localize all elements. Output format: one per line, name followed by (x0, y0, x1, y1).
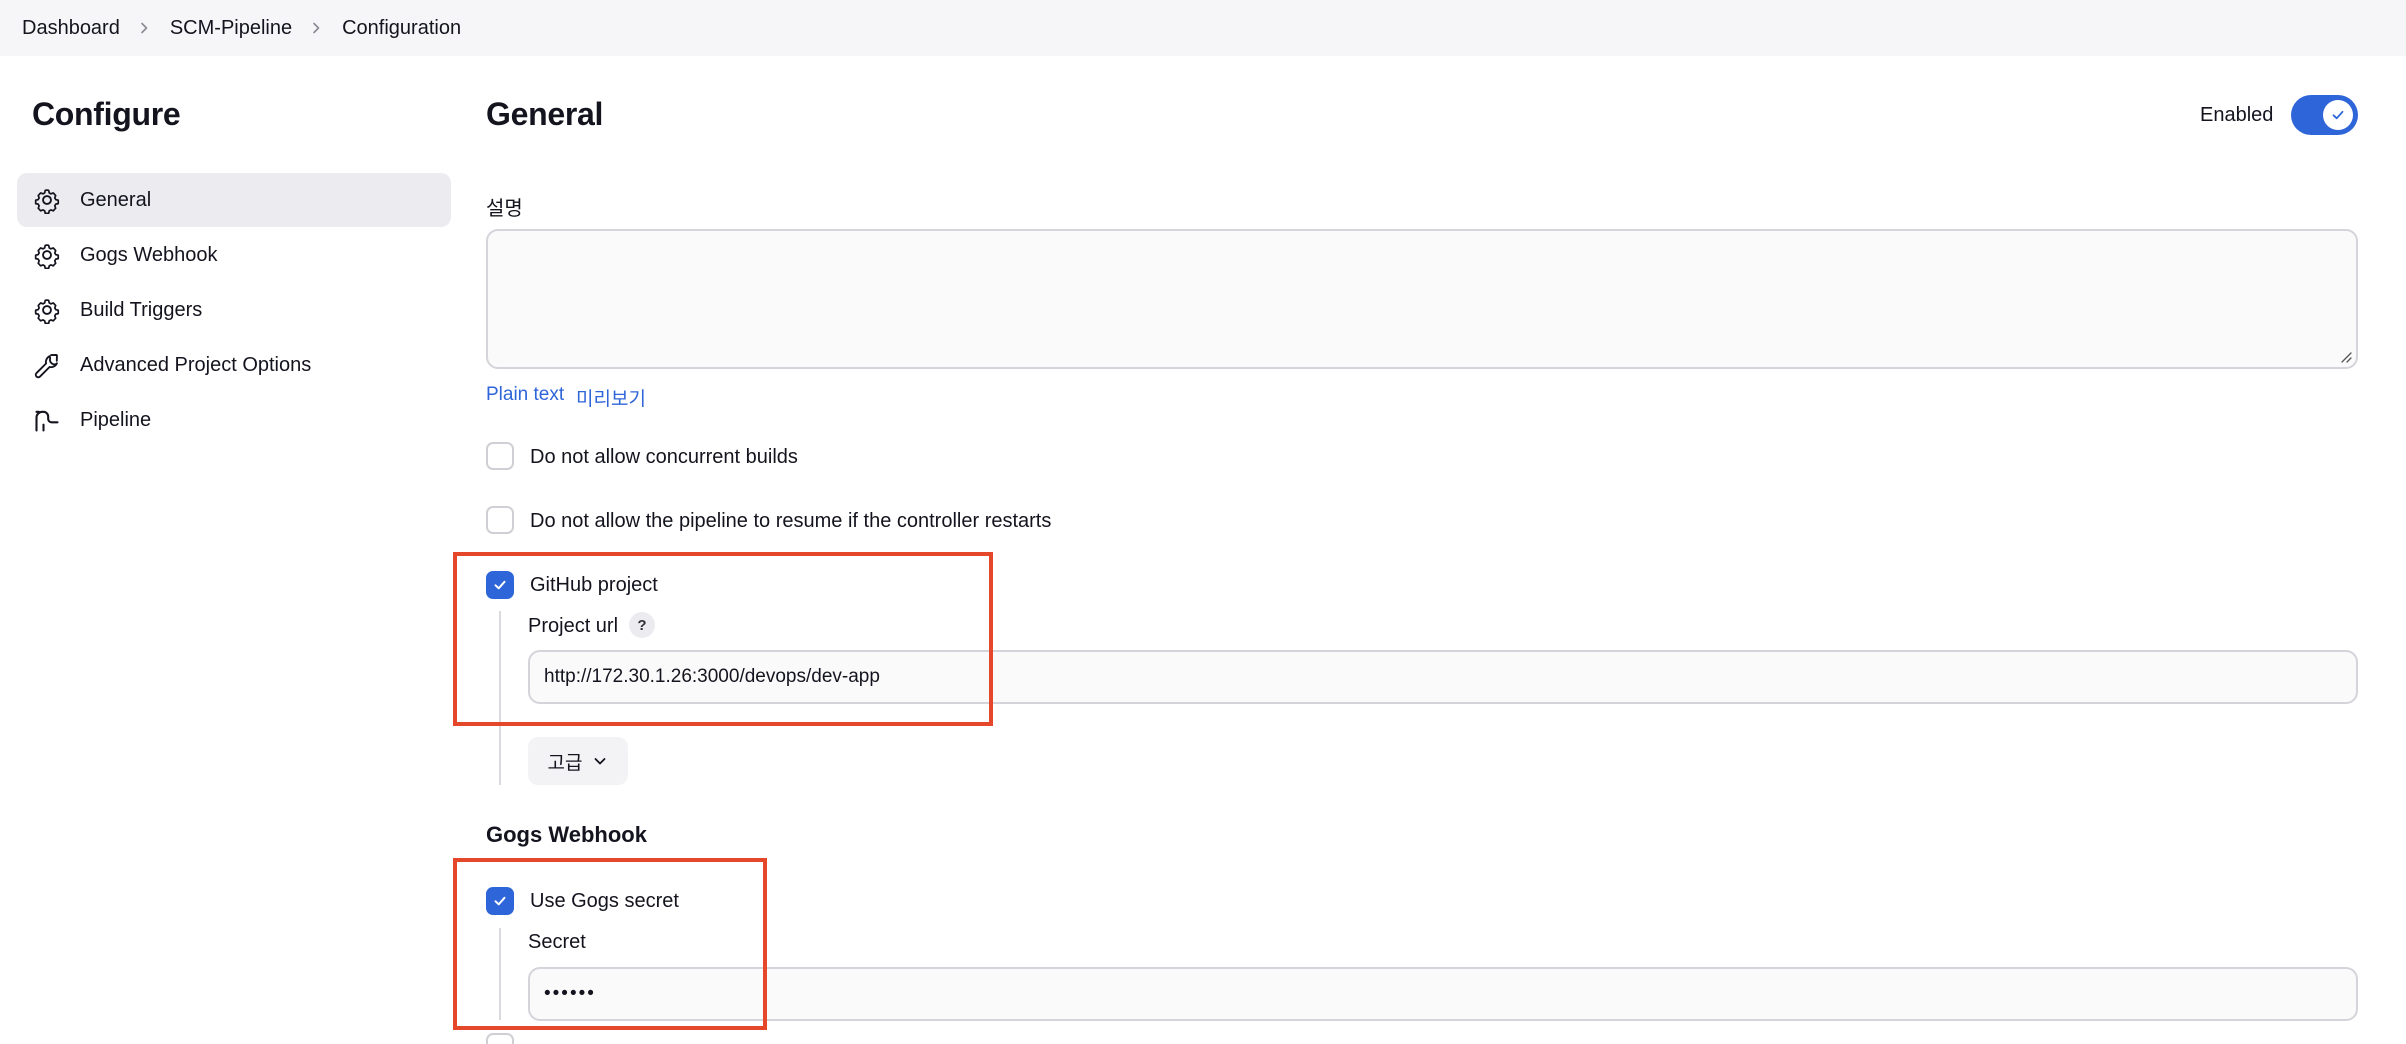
github-project-checkbox[interactable] (486, 571, 514, 599)
check-icon (494, 580, 506, 590)
sidebar-item-label: Pipeline (80, 408, 152, 431)
sidebar-item-label: Advanced Project Options (80, 353, 312, 376)
breadcrumb: Dashboard SCM-Pipeline Configuration (0, 0, 2406, 56)
nested-indent-line (499, 611, 501, 785)
gear-icon (33, 296, 61, 324)
secret-input[interactable]: •••••• (528, 967, 2358, 1021)
chevron-right-icon (310, 22, 322, 34)
advanced-button-label: 고급 (547, 752, 583, 774)
breadcrumb-configuration[interactable]: Configuration (342, 17, 461, 40)
project-url-label: Project url (528, 615, 619, 637)
sidebar-item-advanced-project-options[interactable]: Advanced Project Options (17, 338, 451, 392)
enabled-label: Enabled (2200, 104, 2274, 126)
use-gogs-secret-checkbox[interactable] (486, 887, 514, 915)
pipeline-icon (33, 406, 61, 434)
sidebar-title: Configure (32, 96, 181, 132)
concurrent-builds-checkbox[interactable] (486, 442, 514, 470)
check-icon (2323, 100, 2353, 130)
plain-text-link[interactable]: Plain text (486, 384, 564, 406)
project-url-input[interactable]: http://172.30.1.26:3000/devops/dev-app (528, 650, 2358, 704)
check-icon (494, 896, 506, 906)
enabled-toggle[interactable] (2291, 95, 2358, 135)
page-title: General (486, 96, 604, 132)
chevron-right-icon (138, 22, 150, 34)
sidebar-item-gogs-webhook[interactable]: Gogs Webhook (17, 228, 451, 282)
sidebar-nav: General Gogs Webhook Build Triggers Adva… (17, 173, 451, 448)
resume-pipeline-label: Do not allow the pipeline to resume if t… (530, 510, 1052, 532)
chevron-down-icon (595, 758, 606, 765)
gogs-webhook-heading: Gogs Webhook (486, 822, 647, 847)
preview-link[interactable]: 미리보기 (576, 384, 646, 411)
sidebar-item-pipeline[interactable]: Pipeline (17, 393, 451, 447)
concurrent-builds-label: Do not allow concurrent builds (530, 446, 798, 468)
wrench-icon (33, 351, 61, 379)
resume-pipeline-checkbox[interactable] (486, 506, 514, 534)
breadcrumb-scm-pipeline[interactable]: SCM-Pipeline (170, 17, 292, 40)
description-label: 설명 (486, 198, 523, 220)
use-gogs-secret-label: Use Gogs secret (530, 890, 679, 912)
advanced-button[interactable]: 고급 (528, 737, 628, 785)
sidebar-item-build-triggers[interactable]: Build Triggers (17, 283, 451, 337)
breadcrumb-dashboard[interactable]: Dashboard (22, 17, 120, 40)
secret-label: Secret (528, 931, 586, 953)
description-textarea[interactable] (486, 229, 2358, 369)
resize-grip-icon[interactable] (2338, 349, 2352, 363)
next-option-checkbox[interactable] (486, 1033, 514, 1044)
nested-indent-line (499, 928, 501, 1020)
sidebar-item-label: Gogs Webhook (80, 243, 218, 266)
sidebar-item-general[interactable]: General (17, 173, 451, 227)
sidebar-item-label: Build Triggers (80, 298, 203, 321)
gear-icon (33, 186, 61, 214)
gear-icon (33, 241, 61, 269)
help-icon[interactable]: ? (629, 612, 655, 638)
sidebar-item-label: General (80, 188, 152, 211)
github-project-label: GitHub project (530, 574, 658, 596)
